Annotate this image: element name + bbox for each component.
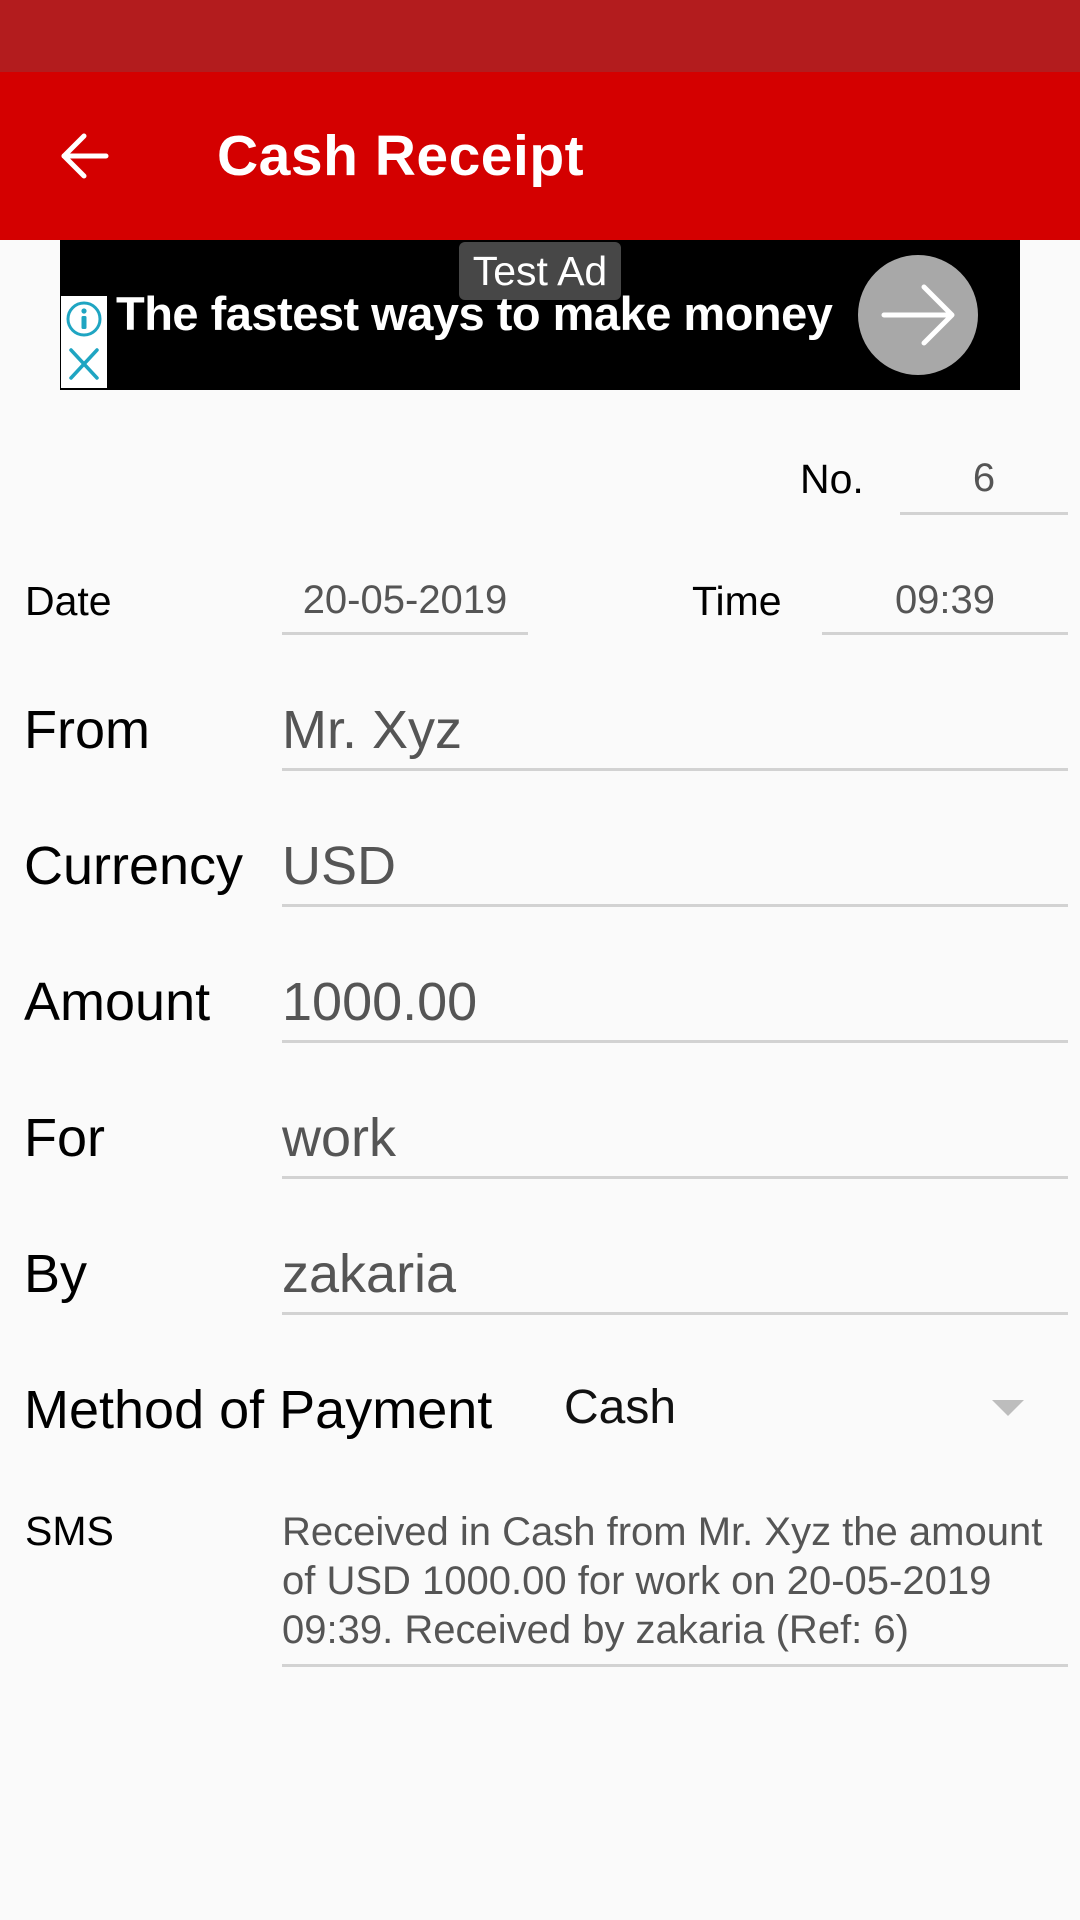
time-field[interactable]: 09:39 bbox=[822, 566, 1068, 636]
date-label: Date bbox=[25, 578, 112, 624]
time-underline bbox=[822, 632, 1068, 635]
by-underline bbox=[282, 1312, 1068, 1315]
amount-value: 1000.00 bbox=[282, 972, 478, 1032]
currency-label: Currency bbox=[24, 836, 244, 896]
currency-underline bbox=[282, 904, 1068, 907]
date-underline bbox=[282, 632, 528, 635]
for-underline bbox=[282, 1176, 1068, 1179]
from-value: Mr. Xyz bbox=[282, 700, 463, 760]
sms-message-field[interactable]: Received in Cash from Mr. Xyz the amount… bbox=[282, 1508, 1072, 1655]
for-label: For bbox=[24, 1108, 105, 1168]
by-field[interactable]: zakaria bbox=[282, 1234, 1068, 1318]
payment-method-dropdown[interactable]: Cash bbox=[560, 1370, 1030, 1450]
ad-choices[interactable] bbox=[61, 296, 107, 388]
ad-banner[interactable]: Test Ad The fastest ways to make money bbox=[60, 240, 1020, 390]
date-value: 20-05-2019 bbox=[302, 578, 508, 622]
close-icon[interactable] bbox=[61, 342, 107, 388]
date-field[interactable]: 20-05-2019 bbox=[282, 566, 528, 636]
time-value: 09:39 bbox=[894, 578, 996, 622]
app-bar: Cash Receipt bbox=[0, 72, 1080, 240]
ad-headline[interactable]: The fastest ways to make money bbox=[116, 284, 833, 344]
amount-underline bbox=[282, 1040, 1068, 1043]
from-label: From bbox=[24, 700, 150, 760]
number-label: No. bbox=[800, 456, 864, 502]
status-bar bbox=[0, 0, 1080, 72]
method-label: Method of Payment bbox=[24, 1380, 493, 1440]
number-value: 6 bbox=[972, 456, 996, 500]
sms-label: SMS bbox=[25, 1508, 114, 1554]
from-underline bbox=[282, 768, 1068, 771]
chevron-down-icon bbox=[992, 1400, 1024, 1416]
arrow-forward-icon bbox=[881, 284, 955, 346]
info-icon[interactable] bbox=[61, 296, 107, 342]
ad-cta-button[interactable] bbox=[858, 255, 978, 375]
currency-field[interactable]: USD bbox=[282, 826, 1068, 910]
by-label: By bbox=[24, 1244, 88, 1304]
number-underline bbox=[900, 512, 1068, 515]
time-label: Time bbox=[692, 578, 782, 624]
page-title: Cash Receipt bbox=[217, 124, 585, 188]
amount-field[interactable]: 1000.00 bbox=[282, 962, 1068, 1046]
for-value: work bbox=[282, 1108, 397, 1168]
arrow-back-icon bbox=[61, 133, 109, 179]
payment-method-value: Cash bbox=[564, 1381, 677, 1434]
by-value: zakaria bbox=[282, 1244, 457, 1304]
number-field[interactable]: 6 bbox=[900, 446, 1068, 516]
back-button[interactable] bbox=[40, 112, 128, 200]
amount-label: Amount bbox=[24, 972, 211, 1032]
for-field[interactable]: work bbox=[282, 1098, 1068, 1182]
sms-underline bbox=[282, 1664, 1068, 1667]
currency-value: USD bbox=[282, 836, 397, 896]
from-field[interactable]: Mr. Xyz bbox=[282, 690, 1068, 774]
